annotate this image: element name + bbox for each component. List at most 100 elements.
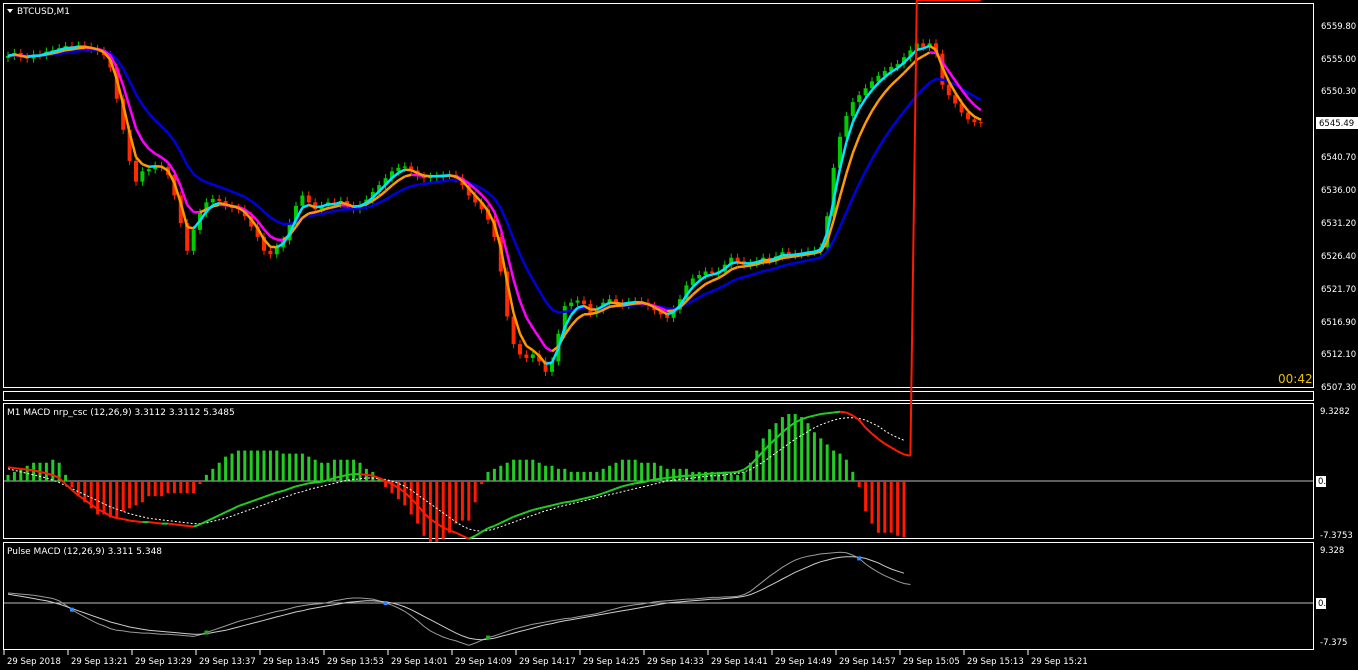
- macd1-histogram-bar: [230, 453, 234, 481]
- pulse-macd-line: [7, 551, 911, 646]
- macd1-histogram-bar: [595, 471, 599, 481]
- macd1-line-segment: [731, 470, 738, 474]
- price-label: 6516.90: [1321, 318, 1356, 328]
- macd1-histogram-bar: [313, 459, 317, 481]
- macd1-histogram-bar: [518, 459, 522, 481]
- macd1-histogram-bar: [537, 462, 541, 481]
- macd1-line-segment: [577, 497, 585, 502]
- macd1-line-segment: [833, 410, 841, 414]
- candle-body: [857, 95, 862, 103]
- ma-mid-segment: [570, 317, 579, 327]
- pulse-cross-marker: [70, 607, 74, 612]
- macd1-histogram-bar: [249, 450, 253, 481]
- macd1-histogram-bar: [896, 481, 900, 536]
- macd1-histogram-bar: [140, 481, 144, 503]
- macd1-histogram-bar: [550, 465, 554, 481]
- ma-fast-segment: [141, 163, 150, 168]
- macd1-line-segment: [276, 489, 284, 494]
- macd1-histogram-bar: [32, 462, 36, 481]
- macd1-histogram-bar: [326, 462, 330, 481]
- macd1-histogram-bar: [339, 459, 343, 481]
- ma-mid-segment: [525, 316, 534, 329]
- macd1-histogram-bar: [620, 459, 624, 481]
- price-label: 6507.30: [1321, 383, 1356, 393]
- macd1-line-segment: [308, 481, 316, 485]
- macd1-line-segment: [532, 507, 540, 511]
- ma-mid-segment: [160, 156, 169, 164]
- macd1-histogram-bar: [800, 417, 804, 481]
- candle-body: [402, 166, 407, 168]
- macd1-histogram-bar: [870, 481, 874, 524]
- time-label: 29 Sep 15:13: [967, 657, 1024, 667]
- macd1-line-segment: [692, 473, 700, 477]
- ma-mid-segment: [186, 204, 195, 213]
- macd2-title: Pulse MACD (12,26,9) 3.311 5.348: [7, 547, 162, 557]
- price-label: 6526.40: [1321, 252, 1356, 262]
- macd1-line-segment: [545, 504, 553, 508]
- ma-mid-segment: [698, 283, 707, 290]
- ma-mid-segment: [782, 255, 789, 260]
- macd1-histogram-bar: [838, 453, 842, 481]
- time-label: 29 Sep 15:05: [903, 657, 960, 667]
- macd1-line-segment: [519, 511, 527, 516]
- macd1-histogram-bar: [544, 465, 548, 481]
- macd1-line-segment: [864, 426, 873, 435]
- macd1-histogram-bar: [486, 471, 490, 481]
- candle-body: [140, 171, 145, 182]
- ma-mid-segment: [308, 210, 316, 215]
- ma-mid-segment: [711, 277, 719, 282]
- ma-mid-segment: [864, 110, 874, 124]
- ma-fast-segment: [622, 301, 629, 306]
- macd1-line-segment: [7, 466, 15, 470]
- macd1-histogram-bar: [473, 481, 477, 503]
- ma-fast-segment: [807, 250, 815, 254]
- ma-mid-segment: [154, 152, 163, 159]
- macd1-line-segment: [871, 433, 880, 440]
- macd1-line-segment: [500, 518, 508, 524]
- candle-body: [518, 344, 522, 355]
- macd1-line-segment: [359, 473, 367, 476]
- macd1-histogram-bar: [652, 462, 656, 481]
- macd1-histogram-bar: [448, 481, 452, 533]
- macd1-line-segment: [852, 414, 860, 421]
- macd1-line-segment: [609, 487, 617, 492]
- macd1-line-segment: [270, 491, 278, 496]
- macd1-histogram-bar: [102, 481, 106, 515]
- macd1-line-segment: [155, 521, 162, 525]
- macd1-line-segment: [814, 413, 822, 417]
- macd2-level-label: 0.00: [1318, 599, 1337, 609]
- macd1-histogram-bar: [166, 481, 170, 494]
- time-label: 29 Sep 14:17: [519, 657, 576, 667]
- ma-mid-segment: [141, 139, 150, 150]
- time-label: 29 Sep 14:57: [839, 657, 896, 667]
- macd2-level-label: 9.328: [1320, 546, 1344, 556]
- macd1-histogram-bar: [454, 481, 458, 524]
- macd1-line-segment: [807, 414, 815, 419]
- macd1-line-segment: [366, 473, 373, 477]
- ma-mid-segment: [903, 65, 912, 74]
- macd1-line-segment: [877, 438, 886, 445]
- ma-fast-segment: [449, 174, 457, 178]
- macd1-line-segment: [635, 481, 642, 485]
- pulse-cross-marker: [383, 601, 388, 605]
- symbol-dropdown-icon[interactable]: [7, 9, 13, 13]
- macd1-histogram-bar: [531, 459, 535, 481]
- current-price-label: 6545.49: [1319, 119, 1354, 129]
- macd1-histogram-bar: [614, 462, 618, 481]
- macd1-histogram-bar: [147, 481, 151, 497]
- ma-fast-segment: [20, 54, 28, 59]
- macd1-line-segment: [699, 473, 706, 476]
- macd1-histogram-bar: [211, 468, 215, 481]
- ma-mid-segment: [737, 265, 745, 269]
- ma-fast-segment: [795, 252, 802, 256]
- macd1-histogram-bar: [416, 481, 420, 524]
- macd1-line-segment: [551, 502, 559, 507]
- macd1-histogram-bar: [876, 481, 880, 533]
- mt4-chart-window[interactable]: BTCUSD,M1 M1 MACD nrp_csc (12,26,9) 3.31…: [0, 0, 1358, 670]
- ma-fast-segment: [705, 273, 713, 278]
- candle-body: [217, 198, 222, 202]
- candle-body: [850, 102, 855, 116]
- macd1-histogram-bar: [441, 481, 445, 539]
- bar-countdown: 00:42: [1278, 372, 1313, 386]
- macd1-line-segment: [129, 519, 137, 523]
